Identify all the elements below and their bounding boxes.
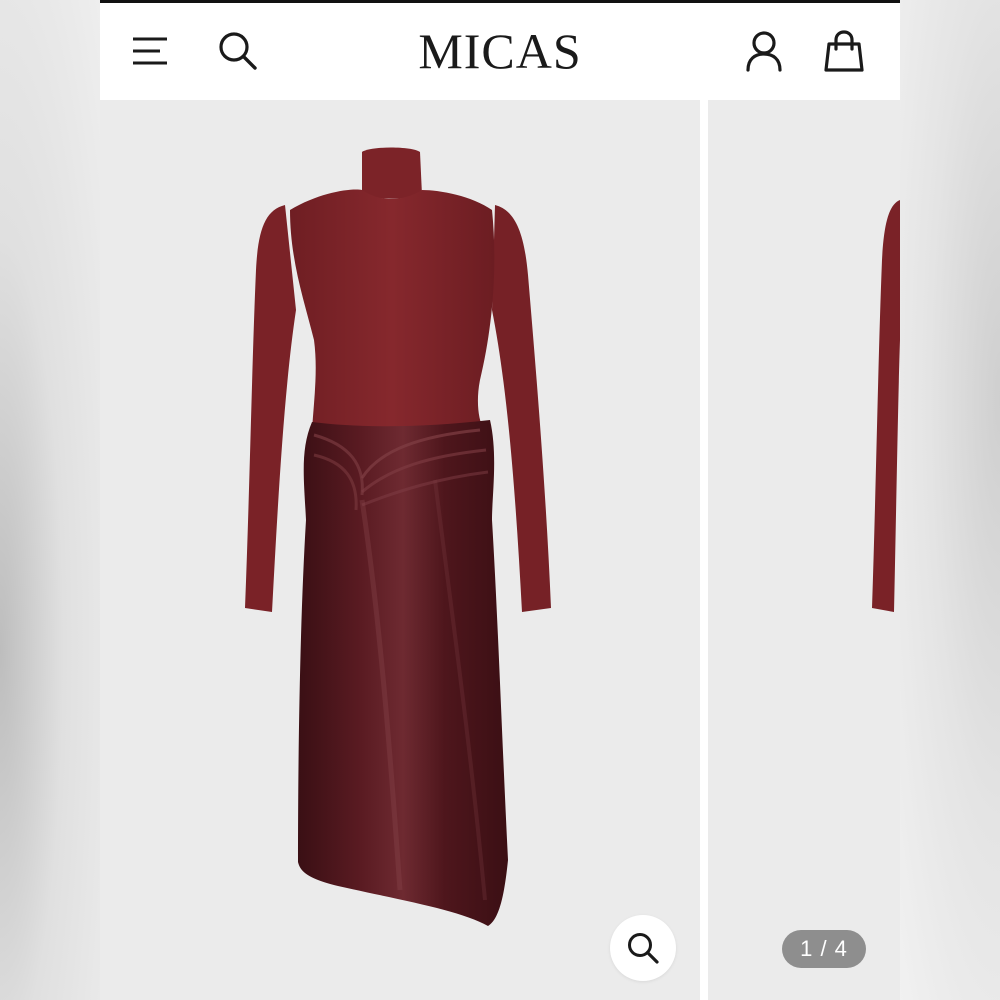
account-icon [746,31,782,72]
account-button[interactable] [740,27,788,75]
product-image-slide-1[interactable] [100,100,700,1000]
zoom-button[interactable] [610,915,676,981]
bag-button[interactable] [820,27,868,75]
search-icon [628,933,659,964]
bag-icon [824,30,864,72]
image-pager: 1 / 4 [782,930,866,968]
product-image-slide-2[interactable] [708,100,900,1000]
product-photo-partial [872,200,900,612]
product-photo [245,147,551,926]
background-right [900,0,1000,1000]
site-header: MICAS [100,3,900,100]
product-gallery[interactable]: 1 / 4 [100,100,900,1000]
background-left [0,0,100,1000]
phone-screen: MICAS 1 / 4 [100,0,900,1000]
